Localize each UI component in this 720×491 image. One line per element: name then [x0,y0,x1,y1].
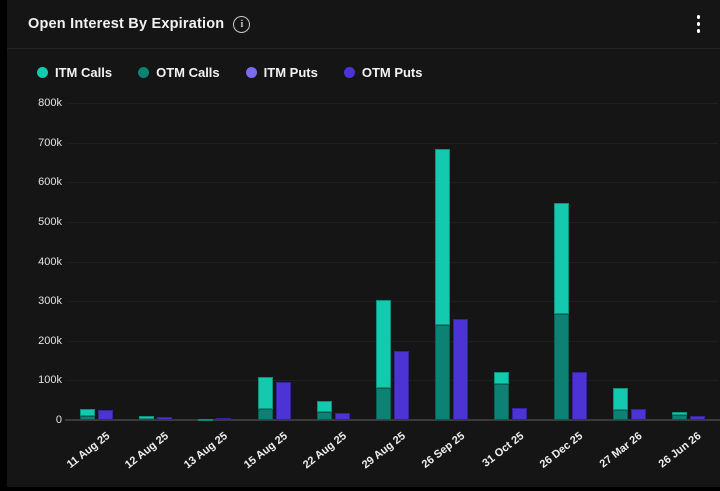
y-axis-label: 800k [38,97,62,109]
bar-itm-calls[interactable] [376,300,391,389]
y-axis-label: 600k [38,176,62,189]
bar-otm-calls[interactable] [671,415,687,420]
gridline [67,301,718,303]
bar-otm-puts[interactable] [394,351,409,420]
gridline [67,261,718,263]
bar-otm-puts[interactable] [275,381,291,420]
y-axis-label: 700k [38,136,62,149]
x-axis-label: 31 Oct 25 [480,430,527,470]
bar-otm-calls[interactable] [612,410,628,420]
x-axis-label: 11 Aug 25 [64,430,112,471]
bar-otm-calls[interactable] [316,411,332,420]
x-axis-label: 26 Dec 25 [538,430,586,471]
y-axis-label: 300k [38,295,62,308]
bar-otm-puts[interactable] [98,409,114,420]
bar-itm-calls[interactable] [494,372,510,385]
bar-itm-calls[interactable] [139,415,155,419]
gridline [67,221,718,223]
bar-otm-calls[interactable] [139,418,155,420]
bar-otm-puts[interactable] [512,407,528,420]
y-axis-label: 400k [38,255,62,268]
bar-otm-puts[interactable] [571,372,587,420]
bar-itm-calls[interactable] [612,387,628,411]
gridline [67,182,718,184]
bar-otm-puts[interactable] [334,413,350,420]
x-axis-label: 26 Sep 25 [419,430,468,471]
bar-otm-calls[interactable] [553,314,569,420]
bar-itm-calls[interactable] [257,377,273,410]
y-axis-label: 0 [55,414,62,426]
chart-plot-area: 800k 700k 600k 500k 400k 300k 200k 100k 0 11 Aug … [7,0,720,487]
x-axis-label: 26 Jun 26 [656,430,704,471]
gridline [67,380,718,382]
x-axis-label: 12 Aug 25 [123,430,172,472]
bar-otm-puts[interactable] [453,319,469,420]
gridline [67,340,718,342]
bar-otm-calls[interactable] [376,388,391,420]
x-axis-label: 22 Aug 25 [300,430,349,472]
bar-otm-puts[interactable] [216,418,232,420]
y-axis-label: 500k [38,215,62,228]
gridline [67,142,718,144]
bar-itm-calls[interactable] [80,408,96,416]
open-interest-card: Open Interest By Expiration i ITM Calls O… [7,0,720,487]
y-axis-label: 100k [38,374,62,387]
x-axis-label: 27 Mar 26 [597,430,645,471]
bar-otm-calls[interactable] [257,409,273,420]
bar-otm-puts[interactable] [630,408,646,420]
bar-itm-calls[interactable] [435,148,451,325]
bar-otm-puts[interactable] [157,416,173,420]
gridline [67,103,718,104]
bar-itm-calls[interactable] [553,203,569,315]
x-axis-label: 29 Aug 25 [359,430,408,472]
bar-otm-calls[interactable] [435,324,451,420]
bar-otm-puts[interactable] [689,416,705,420]
bar-otm-calls[interactable] [494,384,510,420]
y-axis-label: 200k [38,334,62,347]
x-axis-label: 13 Aug 25 [182,430,231,472]
bar-itm-calls[interactable] [671,412,687,416]
bar-itm-calls[interactable] [316,400,332,412]
x-axis-label: 15 Aug 25 [241,430,290,472]
bar-otm-calls[interactable] [80,415,96,420]
